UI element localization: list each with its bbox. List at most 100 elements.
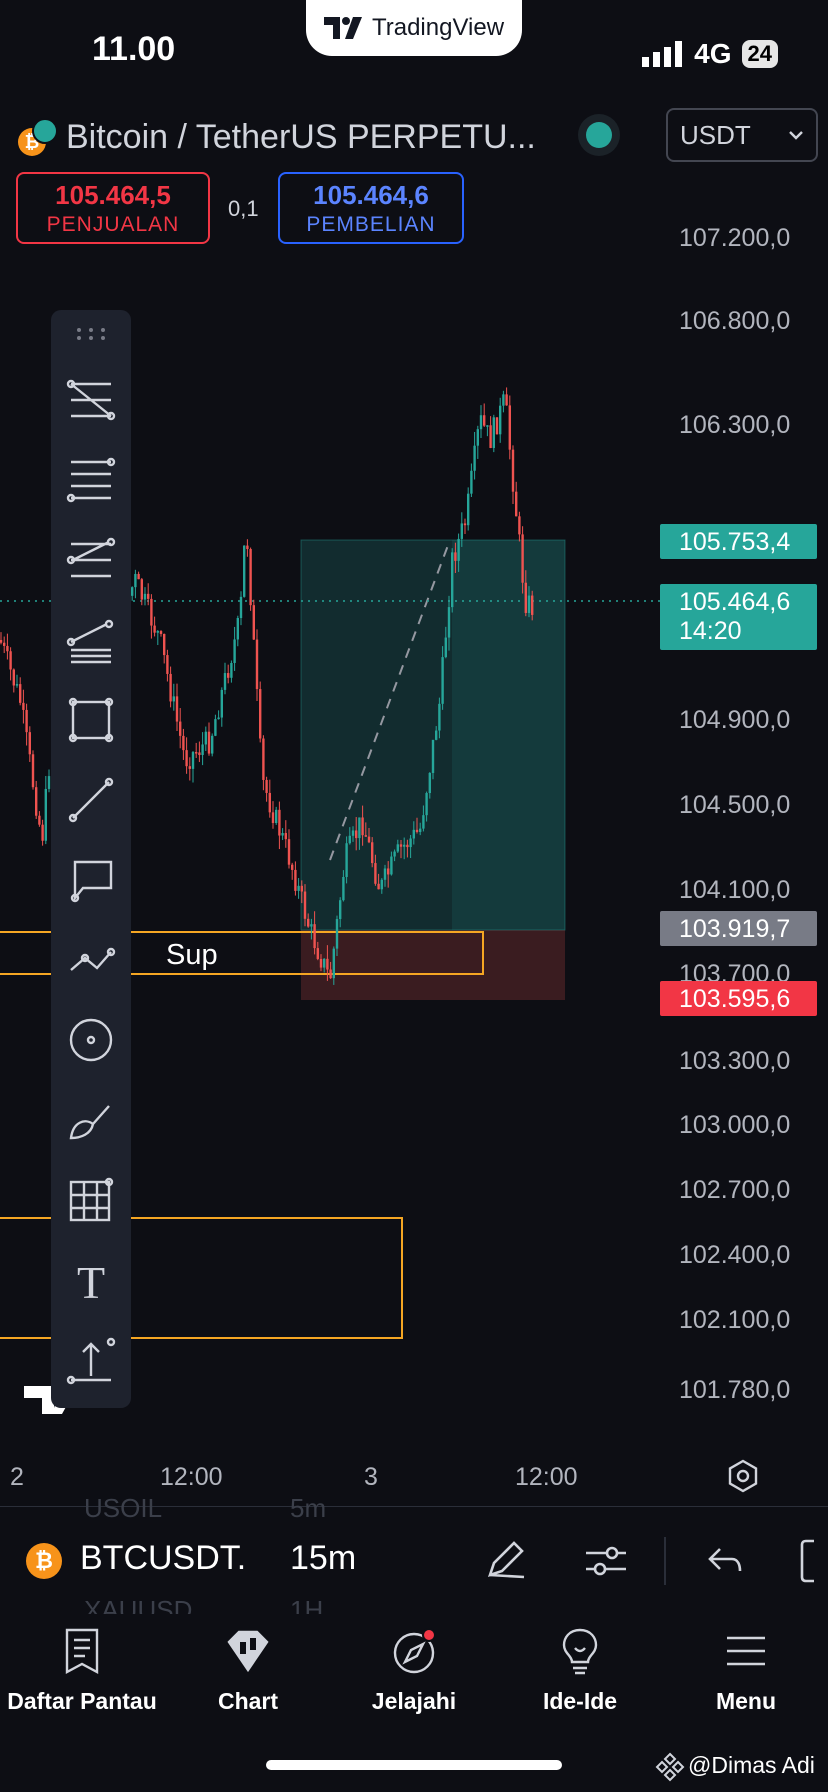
candle-body	[361, 817, 364, 836]
tool-measure[interactable]	[59, 1328, 123, 1392]
candle-body	[351, 830, 355, 836]
tool-fib-retracement[interactable]	[59, 368, 123, 432]
tool-trendline[interactable]	[59, 768, 123, 832]
candle-body	[227, 673, 230, 678]
tool-rectangle[interactable]	[59, 688, 123, 752]
long-position-stop-zone[interactable]	[301, 930, 565, 1000]
undo-icon[interactable]	[706, 1541, 746, 1581]
candle-body	[236, 618, 239, 640]
candle-body	[15, 684, 19, 686]
tool-forecast[interactable]	[59, 928, 123, 992]
brush-icon	[69, 1105, 110, 1140]
drawing-pen-icon[interactable]	[480, 1535, 530, 1585]
lightbulb-icon	[562, 1628, 598, 1675]
candle-body	[163, 633, 166, 656]
pitchfork-icon	[66, 537, 116, 578]
indicators-sliders-icon[interactable]	[582, 1537, 630, 1585]
price-tick-label: 106.800,0	[679, 307, 790, 335]
candle-body	[473, 445, 476, 471]
tab-label: Chart	[217, 1688, 279, 1714]
candle-body	[239, 596, 243, 619]
candle-body	[364, 835, 367, 837]
candle-body	[438, 703, 441, 731]
tab-chart[interactable]: Chart	[168, 1626, 328, 1715]
candle-body	[460, 523, 463, 539]
candle-body	[19, 684, 22, 703]
symbol-selector[interactable]: BTCUSDT.	[80, 1539, 246, 1578]
candle-body	[390, 856, 393, 875]
buy-button[interactable]: 105.464,6 PEMBELIAN	[278, 172, 464, 244]
candle-body	[172, 696, 175, 702]
sell-button[interactable]: 105.464,5 PENJUALAN	[16, 172, 210, 244]
tool-gann-grid[interactable]	[59, 1168, 123, 1232]
price-tick-label: 106.300,0	[679, 411, 790, 439]
measure-icon	[66, 1337, 116, 1385]
candle-body	[47, 776, 51, 789]
candle-body	[22, 702, 25, 710]
tradingview-banner[interactable]: TradingView	[306, 0, 522, 56]
candle-body	[35, 787, 38, 816]
candle-body	[246, 545, 249, 550]
candle-body	[457, 538, 460, 561]
tab-label: Menu	[715, 1688, 777, 1714]
candle-body	[412, 829, 415, 839]
candle-body	[393, 851, 396, 857]
candle-body	[447, 607, 451, 638]
candle-body	[153, 625, 156, 633]
candle-body	[207, 731, 211, 754]
sell-price: 105.464,5	[55, 179, 171, 210]
candle-body	[521, 534, 524, 583]
candle-body	[179, 721, 182, 736]
candle-body	[9, 651, 12, 670]
home-indicator[interactable]	[266, 1760, 562, 1770]
currency-select[interactable]: USDT	[666, 108, 818, 162]
separator	[664, 1537, 666, 1585]
candle-body	[233, 639, 236, 663]
horizontal-lines-icon	[66, 457, 116, 503]
candle-body	[428, 772, 431, 794]
last-price-badge-text: 105.464,6	[679, 588, 790, 616]
candle-body	[134, 573, 137, 588]
tab-watchlist[interactable]: Daftar Pantau	[2, 1626, 162, 1715]
candle-body	[259, 689, 262, 739]
tab-ideas[interactable]: Ide-Ide	[500, 1626, 660, 1715]
market-open-indicator[interactable]	[586, 122, 612, 148]
candle-body	[495, 417, 499, 435]
gann-grid-icon	[69, 1177, 114, 1222]
candle-body	[524, 582, 527, 613]
chart-settings-icon[interactable]	[728, 1459, 758, 1493]
fullscreen-icon[interactable]	[800, 1537, 828, 1585]
candle-body	[371, 842, 374, 864]
candle-body	[531, 595, 534, 615]
tool-trend-channel[interactable]	[59, 608, 123, 672]
status-indicators: 4G 24	[642, 38, 778, 70]
toolbar-drag-handle[interactable]	[59, 318, 123, 350]
interval-selector[interactable]: 15m	[290, 1539, 356, 1578]
chevron-down-icon	[789, 131, 803, 140]
tool-circle[interactable]	[59, 1008, 123, 1072]
candle-body	[527, 595, 531, 613]
drawing-toolbar: T	[51, 310, 131, 1408]
bookmark-list-icon	[65, 1628, 99, 1674]
bitcoin-icon: ₿	[26, 1543, 62, 1579]
symbol-title[interactable]: Bitcoin / TetherUS PERPETU...	[66, 118, 536, 157]
tool-callout[interactable]	[59, 848, 123, 912]
candle-body	[147, 593, 150, 599]
candle-body	[243, 545, 246, 597]
tool-text[interactable]: T	[59, 1248, 123, 1312]
tab-explore[interactable]: Jelajahi	[334, 1626, 494, 1715]
tool-horizontal-lines[interactable]	[59, 448, 123, 512]
candle-body	[281, 833, 284, 836]
tool-pitchfork[interactable]	[59, 528, 123, 592]
candle-body	[297, 885, 300, 891]
tab-menu[interactable]: Menu	[666, 1626, 826, 1715]
candle-body	[339, 900, 342, 920]
candle-body	[166, 655, 169, 674]
candle-body	[374, 863, 377, 884]
candle-body	[399, 844, 403, 847]
price-tick-label: 104.500,0	[679, 791, 790, 819]
tool-brush[interactable]	[59, 1088, 123, 1152]
candle-body	[454, 552, 457, 561]
candle-body	[403, 844, 406, 847]
candle-body	[435, 730, 438, 740]
